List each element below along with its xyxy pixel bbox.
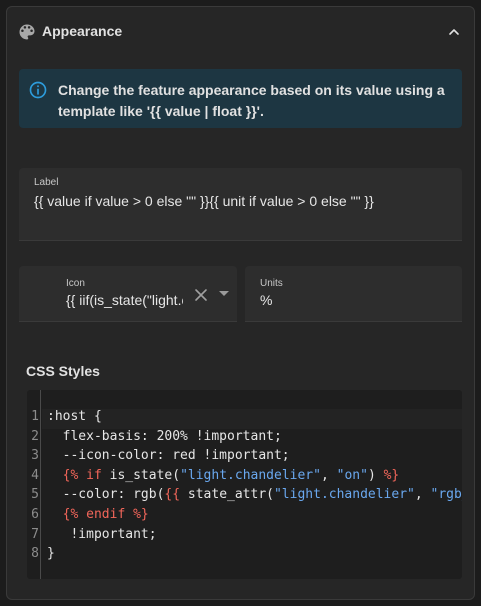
code-token: {% (62, 467, 87, 483)
chevron-down-icon[interactable] (219, 291, 229, 296)
code-token: is_state( (101, 467, 181, 483)
code-token: --icon-color: red !important; (47, 448, 290, 464)
code-token: {{ (164, 487, 181, 503)
line-number-gutter: 1 2 3 4 5 6 7 8 (27, 390, 41, 579)
code-token: endif (86, 507, 126, 522)
units-field[interactable]: Units % (245, 266, 462, 322)
code-token: flex-basis: 200% !important; (47, 428, 282, 444)
code-token: if (86, 467, 102, 483)
line-number: 1 (31, 409, 39, 424)
code-token: !important; (47, 526, 157, 542)
code-token: "light.chandelier" (180, 467, 321, 483)
code-token: %} (125, 507, 149, 522)
line-number: 7 (31, 526, 39, 542)
appearance-header[interactable]: Appearance (7, 7, 474, 57)
line-number: 2 (31, 428, 39, 444)
code-line: :host { (47, 409, 102, 424)
section-title: Appearance (42, 23, 123, 39)
css-code-editor[interactable]: 1 2 3 4 5 6 7 8 :host { flex-basis: 200% !impor… (27, 390, 462, 579)
code-token: , (414, 487, 431, 503)
active-line-highlight (42, 409, 462, 429)
icon-field-value[interactable]: {{ iif(is_state("light.chandelier", "on"… (66, 292, 183, 308)
css-styles-title: CSS Styles (26, 363, 100, 379)
units-field-label: Units (260, 278, 283, 289)
code-token: , (320, 467, 337, 483)
info-text: Change the feature appearance based on i… (58, 82, 445, 119)
line-number: 6 (31, 507, 39, 522)
code-line: --icon-color: red !important; (47, 448, 290, 463)
code-token: ) (367, 467, 384, 483)
code-token: :host { (47, 409, 102, 424)
line-number: 8 (31, 546, 39, 562)
appearance-panel: Appearance Change the feature appearance… (6, 6, 475, 600)
code-line: {% endif %} (47, 507, 149, 522)
code-line: } (47, 546, 55, 561)
units-field-value[interactable]: % (260, 292, 450, 308)
label-field-value[interactable]: {{ value if value > 0 else "" }}{{ unit … (34, 193, 454, 209)
label-field[interactable]: Label {{ value if value > 0 else "" }}{{… (19, 168, 462, 241)
code-token: } (47, 546, 55, 562)
code-token: "light.chandelier" (273, 487, 415, 503)
info-alert: Change the feature appearance based on i… (19, 69, 462, 128)
palette-icon (19, 24, 35, 40)
code-token: {% (62, 507, 87, 522)
code-token: state_attr( (180, 487, 274, 503)
code-token: --color: rgb( (47, 487, 165, 503)
close-icon[interactable] (194, 288, 208, 302)
line-number: 5 (31, 487, 39, 503)
code-token: "on" (336, 467, 368, 483)
icon-field-label: Icon (66, 278, 85, 289)
line-number: 3 (31, 448, 39, 464)
code-token: %} (383, 467, 400, 483)
label-field-label: Label (34, 177, 59, 188)
code-token: "rgb_color" (430, 487, 462, 503)
code-line: {% if is_state("light.chandelier", "on")… (47, 467, 400, 483)
code-line: !important; (47, 526, 157, 542)
line-number: 4 (31, 467, 39, 483)
chevron-up-icon[interactable] (446, 24, 462, 40)
code-line: flex-basis: 200% !important; (47, 429, 282, 444)
info-icon (29, 81, 47, 99)
icon-field[interactable]: Icon {{ iif(is_state("light.chandelier",… (19, 266, 237, 322)
code-line: --color: rgb({{ state_attr("light.chande… (47, 487, 462, 502)
